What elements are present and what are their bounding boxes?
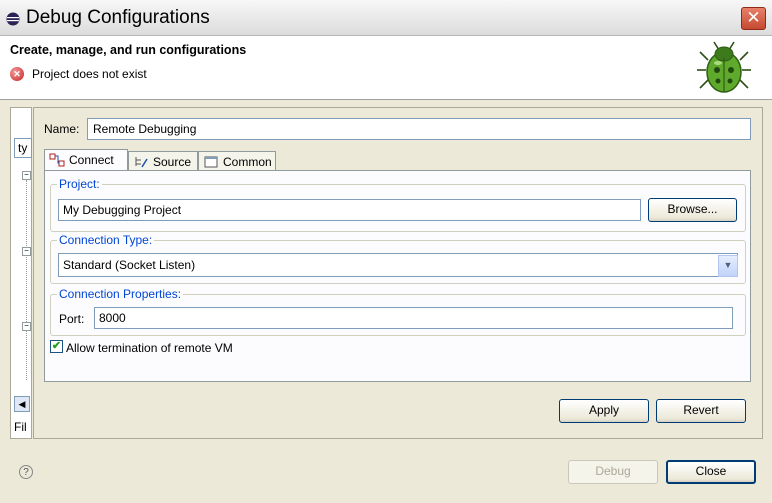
close-window-button[interactable]: ✕: [741, 7, 766, 30]
name-input[interactable]: Remote Debugging: [87, 118, 751, 140]
filter-status-text: Fil: [14, 420, 27, 434]
port-label: Port:: [59, 312, 85, 326]
connection-type-title: Connection Type:: [57, 233, 155, 247]
name-label: Name:: [44, 122, 80, 136]
connect-icon: [49, 153, 65, 167]
common-icon: [204, 156, 218, 168]
allow-termination-label: Allow termination of remote VM: [66, 341, 233, 355]
connection-properties-title: Connection Properties:: [57, 287, 184, 301]
header-title: Create, manage, and run configurations: [10, 43, 247, 57]
bug-icon: [697, 41, 751, 93]
window-title: Debug Configurations: [26, 7, 210, 28]
source-icon: [135, 157, 148, 168]
tab-connect[interactable]: Connect: [44, 149, 128, 171]
apply-button[interactable]: Apply: [559, 399, 649, 423]
tree-collapse-icon[interactable]: −: [22, 247, 31, 256]
tab-source[interactable]: Source: [128, 151, 198, 171]
close-button[interactable]: Close: [666, 460, 756, 484]
error-message: Project does not exist: [32, 67, 147, 81]
filter-input[interactable]: ty: [14, 138, 32, 158]
tree-collapse-icon[interactable]: −: [22, 322, 31, 331]
port-input[interactable]: 8000: [94, 307, 733, 329]
tab-common[interactable]: Common: [198, 151, 276, 171]
tab-source-label: Source: [153, 155, 192, 169]
chevron-down-icon[interactable]: ▼: [718, 255, 738, 277]
connection-type-select[interactable]: Standard (Socket Listen): [58, 253, 738, 277]
help-icon[interactable]: ?: [19, 465, 33, 479]
tree-connector: [26, 180, 27, 380]
project-group-title: Project:: [57, 177, 102, 191]
revert-button[interactable]: Revert: [656, 399, 746, 423]
tab-connect-label: Connect: [69, 153, 114, 167]
scroll-left-button[interactable]: ◀: [14, 396, 30, 412]
project-input[interactable]: My Debugging Project: [58, 199, 641, 221]
error-icon: ✕: [10, 67, 24, 81]
browse-button[interactable]: Browse...: [648, 198, 737, 222]
tree-collapse-icon[interactable]: −: [22, 171, 31, 180]
tab-common-label: Common: [223, 155, 272, 169]
eclipse-icon: [6, 12, 20, 26]
allow-termination-checkbox[interactable]: ✔: [50, 340, 63, 353]
debug-button[interactable]: Debug: [568, 460, 658, 484]
